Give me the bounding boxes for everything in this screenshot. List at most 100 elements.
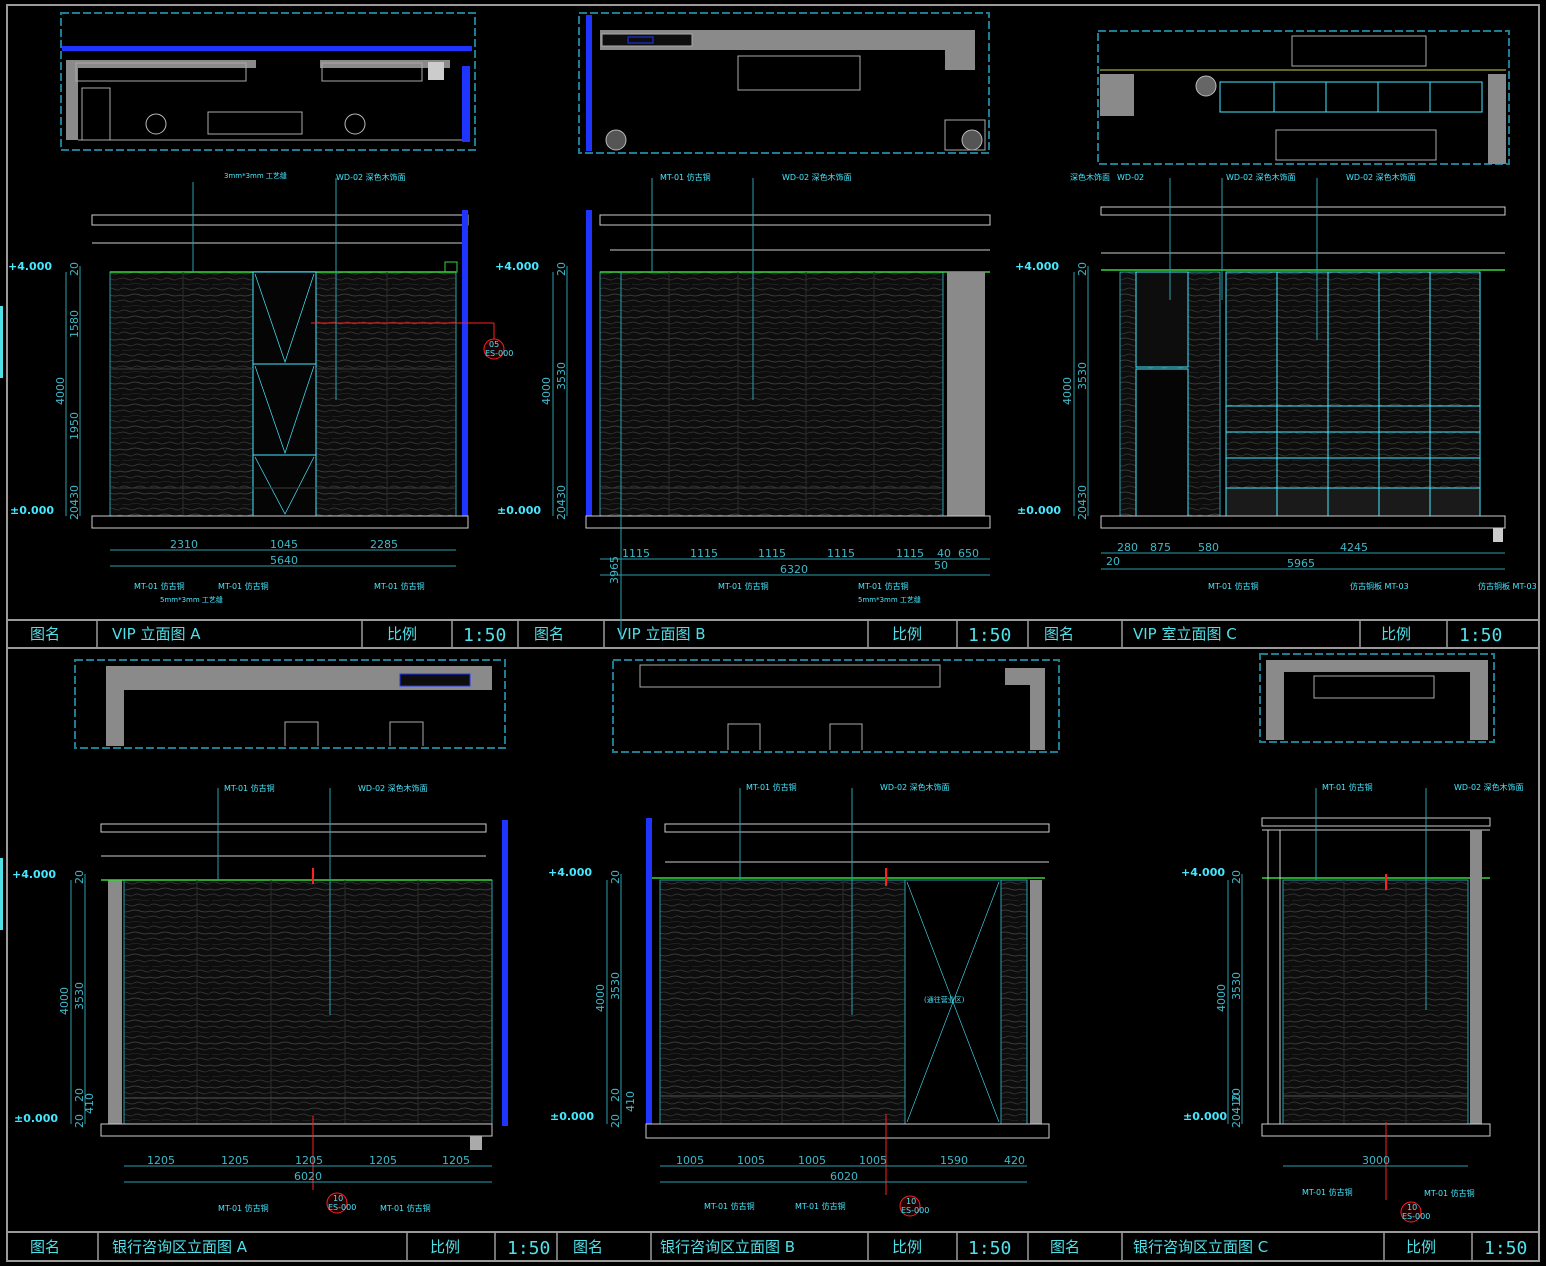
elevation-bank-a: 10 ES-000 +4.000 ±0.000 20 3530 4000 20 … bbox=[12, 783, 508, 1214]
tb2-scale-label-3: 比例 bbox=[1406, 1238, 1436, 1256]
bank-a-callout-top: 10 bbox=[333, 1194, 343, 1203]
tb1-name-label-2: 图名 bbox=[534, 625, 564, 643]
bank-a-tag-4: MT-01 仿古铜 bbox=[380, 1203, 431, 1213]
cad-sheet: 图名 VIP 立面图 A 比例 1:50 图名 VIP 立面图 B 比例 1:5… bbox=[0, 4, 1540, 1262]
bank-a-vdim-6: 20 bbox=[73, 1114, 86, 1128]
tb1-name-label-3: 图名 bbox=[1044, 625, 1074, 643]
plan-bank-b bbox=[612, 659, 1060, 753]
vip-a-vdim-2: 1580 bbox=[68, 310, 81, 338]
vip-c-vdim-2: 3530 bbox=[1076, 362, 1089, 390]
tb2-drawing-name-3: 银行咨询区立面图 C bbox=[1133, 1238, 1268, 1256]
vip-b-tag-1: MT-01 仿古铜 bbox=[660, 172, 711, 182]
title-block-row-1: 图名 VIP 立面图 A 比例 1:50 图名 VIP 立面图 B 比例 1:5… bbox=[6, 619, 1540, 649]
plan-bank-a bbox=[74, 659, 506, 749]
bank-b-hdim-5: 1590 bbox=[940, 1154, 968, 1167]
bank-b-tag-3: MT-01 仿古铜 bbox=[704, 1201, 755, 1211]
tb2-scale-1: 1:50 bbox=[507, 1238, 550, 1259]
vip-a-vdim-5: 20 bbox=[68, 506, 81, 520]
bank-b-hdim-2: 1005 bbox=[737, 1154, 765, 1167]
vip-c-tag-1: 深色木饰面 bbox=[1070, 172, 1110, 182]
vip-a-tag-2: WD-02 深色木饰面 bbox=[336, 172, 406, 182]
bank-a-hdim-5: 1205 bbox=[442, 1154, 470, 1167]
vip-c-vdim-5: 430 bbox=[1076, 485, 1089, 506]
vip-b-total: 6320 bbox=[780, 563, 808, 576]
vip-b-hdim-3: 1115 bbox=[758, 547, 786, 560]
bank-a-hdim-4: 1205 bbox=[369, 1154, 397, 1167]
bank-c-callout-bottom: ES-000 bbox=[1402, 1212, 1430, 1221]
vip-a-callout-top: 05 bbox=[489, 340, 499, 349]
left-edge-mark-2 bbox=[0, 858, 3, 930]
vip-a-level-top: +4.000 bbox=[8, 260, 52, 273]
bank-a-tag-3: MT-01 仿古铜 bbox=[218, 1203, 269, 1213]
tb1-drawing-name-1: VIP 立面图 A bbox=[112, 625, 201, 643]
vip-b-vdim-5: 430 bbox=[555, 485, 568, 506]
vip-a-vdim-6: 430 bbox=[68, 485, 81, 506]
bank-c-vdim-1: 20 bbox=[1230, 870, 1243, 884]
bank-b-tag-2: WD-02 深色木饰面 bbox=[880, 782, 950, 792]
vip-a-vdim-4: 1950 bbox=[68, 412, 81, 440]
bank-c-tag-3: MT-01 仿古铜 bbox=[1302, 1187, 1353, 1197]
bank-c-tag-4: MT-01 仿古铜 bbox=[1424, 1188, 1475, 1198]
title-block-row-2: 图名 银行咨询区立面图 A 比例 1:50 图名 银行咨询区立面图 B 比例 1… bbox=[6, 1231, 1540, 1262]
vip-c-tag-4: WD-02 深色木饰面 bbox=[1346, 172, 1416, 182]
vip-a-tag-4: MT-01 仿古铜 bbox=[218, 581, 269, 591]
vip-b-vdim-1: 20 bbox=[555, 262, 568, 276]
vip-a-tag-3: MT-01 仿古铜 bbox=[134, 581, 185, 591]
tb1-drawing-name-2: VIP 立面图 B bbox=[617, 625, 706, 643]
tb1-scale-label-1: 比例 bbox=[387, 625, 417, 643]
vip-c-hdim-4: 4245 bbox=[1340, 541, 1368, 554]
vip-b-hdim-7: 650 bbox=[958, 547, 979, 560]
bank-c-level-bottom: ±0.000 bbox=[1183, 1110, 1227, 1123]
vip-b-tag-2: WD-02 深色木饰面 bbox=[782, 172, 852, 182]
tb2-drawing-name-1: 银行咨询区立面图 A bbox=[112, 1238, 248, 1256]
bank-a-hdim-2: 1205 bbox=[221, 1154, 249, 1167]
bank-b-vdim-5: 410 bbox=[624, 1091, 637, 1112]
vip-b-vdim-3: 4000 bbox=[540, 377, 553, 405]
vip-c-tag-2: WD-02 bbox=[1117, 173, 1144, 182]
bank-a-tag-2: WD-02 深色木饰面 bbox=[358, 783, 428, 793]
tb2-scale-label-2: 比例 bbox=[892, 1238, 922, 1256]
tb2-name-label-3: 图名 bbox=[1050, 1238, 1080, 1256]
bank-a-hdim-1: 1205 bbox=[147, 1154, 175, 1167]
bank-a-callout-bottom: ES-000 bbox=[328, 1203, 356, 1212]
vip-b-vdim-2: 3530 bbox=[555, 362, 568, 390]
vip-b-extra-1: 50 bbox=[934, 559, 948, 572]
tb2-drawing-name-2: 银行咨询区立面图 B bbox=[660, 1238, 795, 1256]
bank-c-vdim-6: 20 bbox=[1230, 1114, 1243, 1128]
bank-c-vdim-5: 410 bbox=[1230, 1093, 1243, 1114]
bank-b-vdim-4: 20 bbox=[609, 1088, 622, 1102]
bank-c-level-top: +4.000 bbox=[1181, 866, 1225, 879]
bank-a-vdim-2: 3530 bbox=[73, 982, 86, 1010]
vip-b-hdim-4: 1115 bbox=[827, 547, 855, 560]
vip-c-vdim-3: 4000 bbox=[1061, 377, 1074, 405]
vip-c-tag-7: 仿古铜板 MT-03 bbox=[1478, 581, 1537, 591]
tb1-scale-3: 1:50 bbox=[1459, 625, 1502, 646]
bank-a-level-bottom: ±0.000 bbox=[14, 1112, 58, 1125]
elevation-vip-c: +4.000 ±0.000 20 3530 4000 20 430 280 87… bbox=[1015, 172, 1537, 591]
tb2-scale-2: 1:50 bbox=[968, 1238, 1011, 1259]
vip-b-tag-5: 5mm*3mm 工艺缝 bbox=[858, 595, 921, 604]
vip-b-hdim-2: 1115 bbox=[690, 547, 718, 560]
tb1-name-label-1: 图名 bbox=[30, 625, 60, 643]
vip-a-total: 5640 bbox=[270, 554, 298, 567]
bank-c-tag-2: WD-02 深色木饰面 bbox=[1454, 782, 1524, 792]
vip-b-level-bottom: ±0.000 bbox=[497, 504, 541, 517]
bank-b-vdim-2: 3530 bbox=[609, 972, 622, 1000]
plan-vip-c bbox=[1097, 30, 1510, 165]
vip-b-level-top: +4.000 bbox=[495, 260, 539, 273]
bank-b-callout-top: 10 bbox=[906, 1197, 916, 1206]
tb2-name-label-1: 图名 bbox=[30, 1238, 60, 1256]
vip-a-level-bottom: ±0.000 bbox=[10, 504, 54, 517]
elevation-bank-c: 10 ES-000 +4.000 ±0.000 20 3530 4000 20 … bbox=[1181, 782, 1524, 1223]
elevation-vip-b: +4.000 ±0.000 20 3530 4000 20 430 1115 1… bbox=[495, 172, 991, 640]
vip-a-vdim-3: 4000 bbox=[54, 377, 67, 405]
tb1-drawing-name-3: VIP 室立面图 C bbox=[1133, 625, 1237, 643]
vip-a-vdim-1: 20 bbox=[68, 262, 81, 276]
tb2-scale-label-1: 比例 bbox=[430, 1238, 460, 1256]
bank-c-callout-top: 10 bbox=[1407, 1203, 1417, 1212]
bank-b-vdim-1: 20 bbox=[609, 870, 622, 884]
tb1-scale-1: 1:50 bbox=[463, 625, 506, 646]
plan-bank-c bbox=[1259, 653, 1495, 743]
tb1-scale-label-2: 比例 bbox=[892, 625, 922, 643]
vip-b-extra-2: 3965 bbox=[608, 556, 621, 584]
